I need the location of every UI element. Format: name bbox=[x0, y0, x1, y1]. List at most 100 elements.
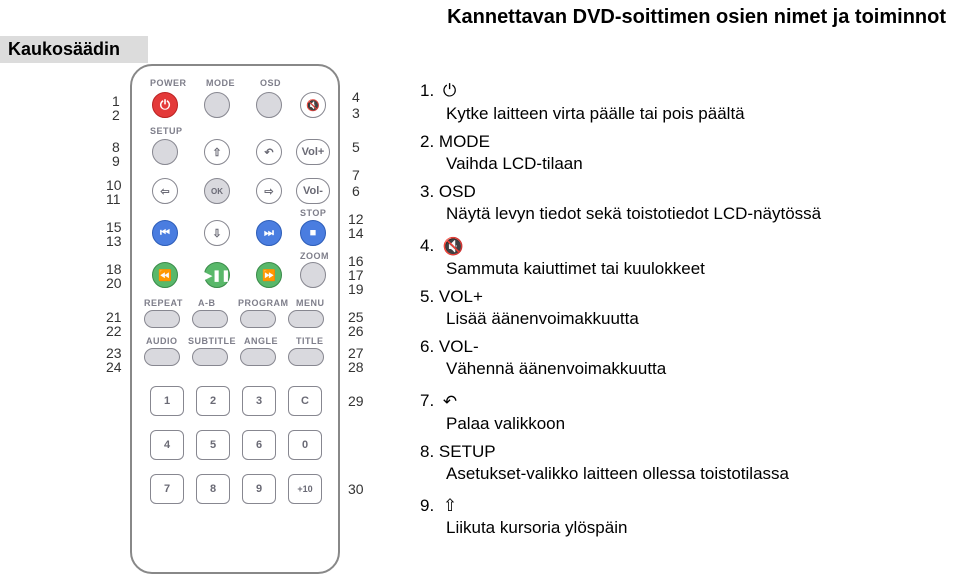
callout: 7 bbox=[352, 168, 360, 182]
mute-icon: 🔇 bbox=[301, 93, 325, 117]
numpad-4[interactable]: 4 bbox=[150, 430, 184, 460]
menu-button[interactable] bbox=[288, 310, 324, 328]
callout: 30 bbox=[348, 482, 364, 496]
callout: 9 bbox=[112, 154, 120, 168]
instruction-item: 1. ⏻ Kytke laitteen virta päälle tai poi… bbox=[420, 80, 940, 125]
label-stop: STOP bbox=[300, 208, 326, 218]
item-number: 3. bbox=[420, 182, 434, 201]
return-button[interactable]: ↶ bbox=[256, 139, 282, 165]
item-desc: Liikuta kursoria ylöspäin bbox=[420, 517, 940, 539]
label-title: TITLE bbox=[296, 336, 324, 346]
label-repeat: REPEAT bbox=[144, 298, 183, 308]
ff-button[interactable]: ⏩ bbox=[256, 262, 282, 288]
numpad-7[interactable]: 7 bbox=[150, 474, 184, 504]
program-button[interactable] bbox=[240, 310, 276, 328]
osd-button[interactable] bbox=[256, 92, 282, 118]
right-arrow-button[interactable]: ⇨ bbox=[256, 178, 282, 204]
mute-button[interactable]: 🔇 bbox=[300, 92, 326, 118]
callout: 12 bbox=[348, 212, 364, 226]
callout: 15 bbox=[106, 220, 122, 234]
callout: 18 bbox=[106, 262, 122, 276]
audio-button[interactable] bbox=[144, 348, 180, 366]
label-subtitle: SUBTITLE bbox=[188, 336, 236, 346]
numpad-8[interactable]: 8 bbox=[196, 474, 230, 504]
next-button[interactable]: ⏭ bbox=[256, 220, 282, 246]
callout: 2 bbox=[112, 108, 120, 122]
down-icon: ⇩ bbox=[205, 221, 229, 245]
item-number: 4. bbox=[420, 236, 434, 255]
item-desc: Asetukset-valikko laitteen ollessa toist… bbox=[420, 463, 940, 485]
numpad-0[interactable]: 0 bbox=[288, 430, 322, 460]
next-icon: ⏭ bbox=[257, 221, 281, 245]
numpad-3[interactable]: 3 bbox=[242, 386, 276, 416]
subtitle-button[interactable] bbox=[192, 348, 228, 366]
callout: 25 bbox=[348, 310, 364, 324]
item-head: VOL+ bbox=[439, 287, 483, 306]
up-arrow-button[interactable]: ⇧ bbox=[204, 139, 230, 165]
rew-button[interactable]: ⏪ bbox=[152, 262, 178, 288]
setup-button[interactable] bbox=[152, 139, 178, 165]
numpad-c[interactable]: C bbox=[288, 386, 322, 416]
item-head: VOL- bbox=[439, 337, 479, 356]
callout: 23 bbox=[106, 346, 122, 360]
callout: 22 bbox=[106, 324, 122, 338]
volplus-label: Vol+ bbox=[297, 140, 329, 164]
label-angle: ANGLE bbox=[244, 336, 278, 346]
callout: 1 bbox=[112, 94, 120, 108]
numpad-2[interactable]: 2 bbox=[196, 386, 230, 416]
label-osd: OSD bbox=[260, 78, 281, 88]
label-program: PROGRAM bbox=[238, 298, 289, 308]
numpad-9[interactable]: 9 bbox=[242, 474, 276, 504]
repeat-button[interactable] bbox=[144, 310, 180, 328]
callout: 17 bbox=[348, 268, 364, 282]
return-icon: ↶ bbox=[257, 140, 281, 164]
stop-icon: ■ bbox=[301, 221, 325, 245]
item-desc: Sammuta kaiuttimet tai kuulokkeet bbox=[420, 258, 940, 280]
down-arrow-button[interactable]: ⇩ bbox=[204, 220, 230, 246]
stop-button[interactable]: ■ bbox=[300, 220, 326, 246]
callout: 16 bbox=[348, 254, 364, 268]
numpad-5[interactable]: 5 bbox=[196, 430, 230, 460]
item-desc: Lisää äänenvoimakkuutta bbox=[420, 308, 940, 330]
section-label: Kaukosäädin bbox=[0, 36, 148, 63]
title-button[interactable] bbox=[288, 348, 324, 366]
numpad-10p[interactable]: +10 bbox=[288, 474, 322, 504]
instruction-item: 4. 🔇 Sammuta kaiuttimet tai kuulokkeet bbox=[420, 235, 940, 280]
mute-icon: 🔇 bbox=[443, 236, 464, 258]
callout: 19 bbox=[348, 282, 364, 296]
instruction-item: 7. ↶ Palaa valikkoon bbox=[420, 390, 940, 435]
rew-icon: ⏪ bbox=[153, 263, 177, 287]
callout: 5 bbox=[352, 140, 360, 154]
numpad-1[interactable]: 1 bbox=[150, 386, 184, 416]
callout: 26 bbox=[348, 324, 364, 338]
angle-button[interactable] bbox=[240, 348, 276, 366]
item-number: 8. bbox=[420, 442, 434, 461]
ok-button[interactable]: OK bbox=[204, 178, 230, 204]
numpad-6[interactable]: 6 bbox=[242, 430, 276, 460]
vol-minus-button[interactable]: Vol- bbox=[296, 178, 330, 204]
callout: 4 bbox=[352, 90, 360, 104]
callout: 3 bbox=[352, 106, 360, 120]
vol-plus-button[interactable]: Vol+ bbox=[296, 139, 330, 165]
item-number: 5. bbox=[420, 287, 434, 306]
right-icon: ⇨ bbox=[257, 179, 281, 203]
power-icon: ⏻ bbox=[443, 80, 456, 102]
power-button[interactable]: ⏻ bbox=[152, 92, 178, 118]
callout: 11 bbox=[106, 192, 121, 206]
item-desc: Vähennä äänenvoimakkuutta bbox=[420, 358, 940, 380]
left-arrow-button[interactable]: ⇦ bbox=[152, 178, 178, 204]
instruction-item: 9. ⇧ Liikuta kursoria ylöspäin bbox=[420, 495, 940, 540]
callout: 21 bbox=[106, 310, 122, 324]
ab-button[interactable] bbox=[192, 310, 228, 328]
label-ab: A-B bbox=[198, 298, 216, 308]
mode-button[interactable] bbox=[204, 92, 230, 118]
prev-icon: ⏮ bbox=[153, 221, 177, 245]
zoom-button[interactable] bbox=[300, 262, 326, 288]
callout: 24 bbox=[106, 360, 122, 374]
callout: 29 bbox=[348, 394, 364, 408]
prev-button[interactable]: ⏮ bbox=[152, 220, 178, 246]
item-desc: Näytä levyn tiedot sekä toistotiedot LCD… bbox=[420, 203, 940, 225]
item-number: 7. bbox=[420, 391, 434, 410]
item-head: OSD bbox=[439, 182, 476, 201]
play-button[interactable]: ▶❚❚ bbox=[204, 262, 230, 288]
